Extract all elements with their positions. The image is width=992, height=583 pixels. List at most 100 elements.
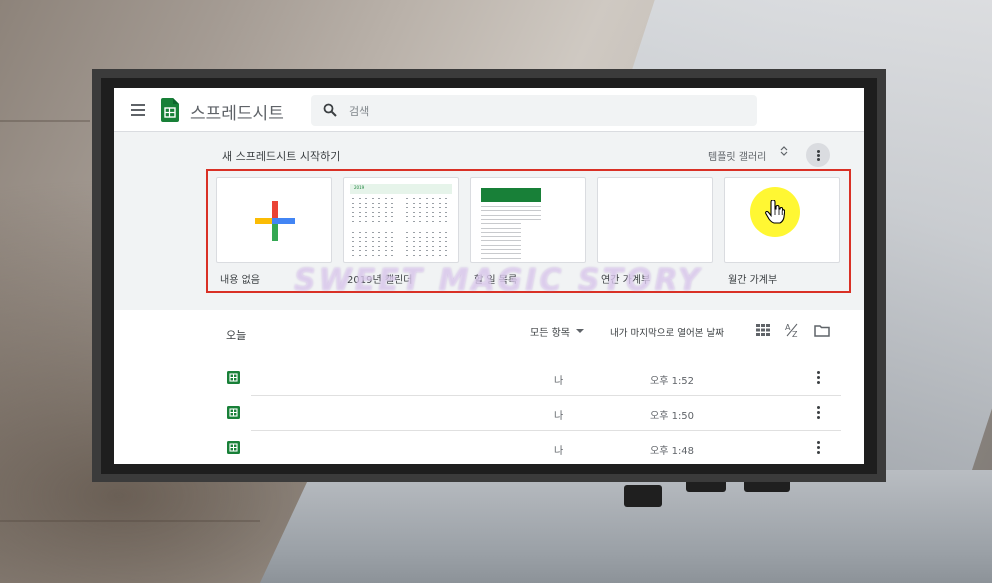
calendar-preview-cell xyxy=(419,216,421,217)
calendar-preview-cell xyxy=(365,250,367,251)
folder-icon[interactable] xyxy=(814,324,830,337)
calendar-preview-cell xyxy=(438,211,441,213)
calendar-preview-cell xyxy=(358,241,361,242)
calendar-preview-cell xyxy=(432,220,434,222)
calendar-preview-cell xyxy=(412,220,415,222)
calendar-preview-cell xyxy=(445,216,447,217)
calendar-preview-cell xyxy=(432,211,434,213)
calendar-preview-cell xyxy=(391,216,393,217)
calendar-preview-cell xyxy=(371,254,374,256)
file-row[interactable]: 나 오후 1:48 xyxy=(114,430,864,464)
calendar-preview-cell xyxy=(384,211,387,213)
app-title[interactable]: 스프레드시트 xyxy=(190,99,284,124)
calendar-preview-cell xyxy=(378,232,380,233)
recent-files-section: 오늘 모든 항목 내가 마지막으로 열어본 날짜 A Z 나 오후 1:52 나 오후… xyxy=(114,310,864,464)
background-laptop-base xyxy=(247,470,992,583)
calendar-preview-cell xyxy=(352,202,354,204)
file-more-options-button[interactable] xyxy=(810,368,826,388)
calendar-preview-cell xyxy=(391,241,393,242)
calendar-preview-cell xyxy=(378,254,380,256)
calendar-preview-cell xyxy=(412,245,415,247)
file-row[interactable]: 나 오후 1:52 xyxy=(114,360,864,395)
calendar-preview-cell xyxy=(371,198,374,199)
todo-preview-line xyxy=(481,253,521,255)
todo-preview-line xyxy=(481,210,541,212)
calendar-preview-cell xyxy=(438,198,441,199)
todo-preview-header xyxy=(481,188,541,202)
calendar-preview-cell xyxy=(358,232,361,233)
calendar-preview-cell xyxy=(358,254,361,256)
calendar-preview-cell xyxy=(365,216,367,217)
background-wood-grain xyxy=(0,120,90,122)
calendar-preview-cell xyxy=(391,236,393,238)
calendar-preview-cell xyxy=(425,232,428,233)
calendar-preview-cell xyxy=(365,245,367,247)
template-card[interactable] xyxy=(597,177,713,263)
calendar-preview-title: 2019 xyxy=(354,185,365,190)
calendar-preview-cell xyxy=(425,236,428,238)
calendar-preview-cell xyxy=(412,241,415,242)
calendar-preview-cell xyxy=(378,236,380,238)
calendar-preview-cell xyxy=(378,211,380,213)
template-card[interactable]: 2019 xyxy=(343,177,459,263)
template-gallery-button[interactable]: 템플릿 갤러리 xyxy=(708,148,766,163)
chevron-up-down-icon[interactable] xyxy=(779,146,789,156)
file-more-options-button[interactable] xyxy=(810,403,826,423)
calendar-preview-cell xyxy=(412,232,415,233)
calendar-preview-cell xyxy=(406,250,408,251)
todo-preview-line xyxy=(481,244,521,246)
grid-view-icon[interactable] xyxy=(756,324,770,336)
calendar-preview-cell xyxy=(352,211,354,213)
todo-preview-line xyxy=(481,236,521,238)
calendar-preview-cell xyxy=(406,198,408,199)
calendar-preview-cell xyxy=(425,245,428,247)
calendar-preview-cell xyxy=(371,216,374,217)
calendar-preview-cell xyxy=(445,254,447,256)
calendar-preview-cell xyxy=(365,236,367,238)
calendar-preview-cell xyxy=(406,216,408,217)
template-label: 월간 가계부 xyxy=(728,275,778,286)
calendar-preview-cell xyxy=(391,202,393,204)
calendar-preview-cell xyxy=(419,241,421,242)
template-more-options-button[interactable] xyxy=(806,143,830,167)
calendar-preview-cell xyxy=(438,245,441,247)
hand-pointer-icon xyxy=(765,200,785,224)
calendar-preview-cell xyxy=(352,232,354,233)
calendar-preview-cell xyxy=(432,207,434,208)
calendar-preview-cell xyxy=(412,216,415,217)
calendar-preview-cell xyxy=(445,211,447,213)
calendar-preview-cell xyxy=(378,250,380,251)
calendar-preview-cell xyxy=(384,220,387,222)
calendar-preview-cell xyxy=(384,245,387,247)
owner-filter-dropdown[interactable]: 모든 항목 xyxy=(530,324,570,339)
sheets-logo-icon[interactable] xyxy=(161,98,179,122)
template-card[interactable] xyxy=(470,177,586,263)
calendar-preview-cell xyxy=(384,250,387,251)
sort-az-icon[interactable]: A Z xyxy=(785,322,801,338)
background-wood-grain xyxy=(0,520,260,522)
template-card[interactable] xyxy=(216,177,332,263)
sort-by-last-opened[interactable]: 내가 마지막으로 열어본 날짜 xyxy=(610,325,724,339)
main-menu-icon[interactable] xyxy=(131,104,145,116)
template-heading: 새 스프레드시트 시작하기 xyxy=(222,150,341,163)
calendar-preview-cell xyxy=(432,198,434,199)
calendar-preview-cell xyxy=(371,241,374,242)
calendar-preview-cell xyxy=(412,236,415,238)
file-more-options-button[interactable] xyxy=(810,438,826,458)
file-last-opened: 오후 1:48 xyxy=(650,446,695,457)
file-row[interactable]: 나 오후 1:50 xyxy=(114,395,864,430)
calendar-preview-cell xyxy=(438,202,441,204)
search-input[interactable]: 검색 xyxy=(311,95,757,126)
calendar-preview-cell xyxy=(412,198,415,199)
calendar-preview-cell xyxy=(419,250,421,251)
calendar-preview-cell xyxy=(365,207,367,208)
calendar-preview-cell xyxy=(378,241,380,242)
calendar-preview-cell xyxy=(352,220,354,222)
todo-preview-line xyxy=(481,206,541,207)
calendar-preview-cell xyxy=(371,232,374,233)
plus-icon xyxy=(255,201,295,241)
calendar-preview-cell xyxy=(445,250,447,251)
todo-preview-line xyxy=(481,223,521,225)
caret-down-icon[interactable] xyxy=(576,329,584,333)
calendar-preview-cell xyxy=(352,245,354,247)
